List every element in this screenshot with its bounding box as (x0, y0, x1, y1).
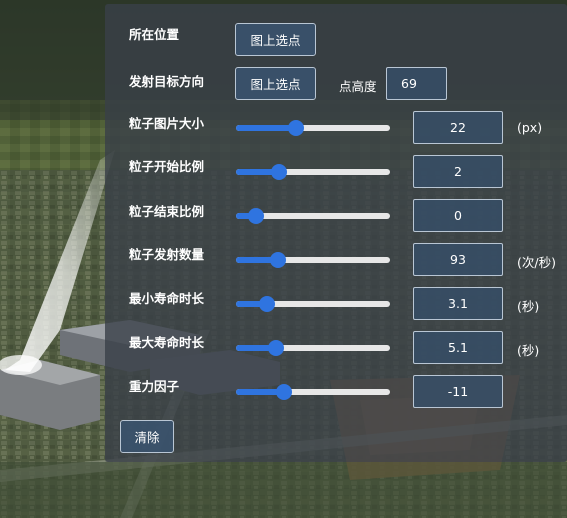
slider-thumb[interactable] (288, 120, 305, 136)
end-scale-label: 粒子结束比例 (129, 204, 205, 219)
slider-thumb[interactable] (248, 208, 265, 224)
point-height-label: 点高度 (339, 79, 377, 94)
start-scale-label: 粒子开始比例 (129, 159, 205, 174)
emission-rate-slider[interactable] (236, 252, 390, 268)
slider-thumb[interactable] (268, 340, 285, 356)
emission-rate-unit: (次/秒) (517, 255, 556, 270)
emission-rate-label: 粒子发射数量 (129, 247, 205, 262)
min-life-input[interactable]: 3.1 (413, 287, 503, 320)
max-life-input[interactable]: 5.1 (413, 331, 503, 364)
particle-size-slider[interactable] (236, 120, 390, 136)
gravity-slider[interactable] (236, 384, 390, 400)
min-life-label: 最小寿命时长 (129, 291, 205, 306)
direction-pick-button[interactable]: 图上选点 (235, 67, 316, 100)
end-scale-input[interactable]: 0 (413, 199, 503, 232)
max-life-label: 最大寿命时长 (129, 335, 205, 350)
slider-thumb[interactable] (269, 252, 286, 268)
location-label: 所在位置 (129, 27, 180, 42)
min-life-slider[interactable] (236, 296, 390, 312)
point-height-input[interactable]: 69 (386, 67, 447, 100)
clear-button[interactable]: 清除 (120, 420, 174, 453)
max-life-slider[interactable] (236, 340, 390, 356)
start-scale-slider[interactable] (236, 164, 390, 180)
particle-settings-panel: 所在位置 图上选点 发射目标方向 图上选点 点高度 69 粒子图片大小 22 (… (105, 4, 567, 462)
slider-thumb[interactable] (275, 384, 292, 400)
direction-label: 发射目标方向 (129, 74, 205, 89)
slider-thumb[interactable] (258, 296, 275, 312)
particle-size-unit: (px) (517, 120, 543, 135)
gravity-input[interactable]: -11 (413, 375, 503, 408)
emission-rate-input[interactable]: 93 (413, 243, 503, 276)
min-life-unit: (秒) (517, 299, 540, 314)
end-scale-slider[interactable] (236, 208, 390, 224)
max-life-unit: (秒) (517, 343, 540, 358)
location-pick-button[interactable]: 图上选点 (235, 23, 316, 56)
start-scale-input[interactable]: 2 (413, 155, 503, 188)
gravity-label: 重力因子 (129, 379, 180, 394)
particle-size-label: 粒子图片大小 (129, 116, 205, 131)
particle-size-input[interactable]: 22 (413, 111, 503, 144)
slider-thumb[interactable] (271, 164, 288, 180)
